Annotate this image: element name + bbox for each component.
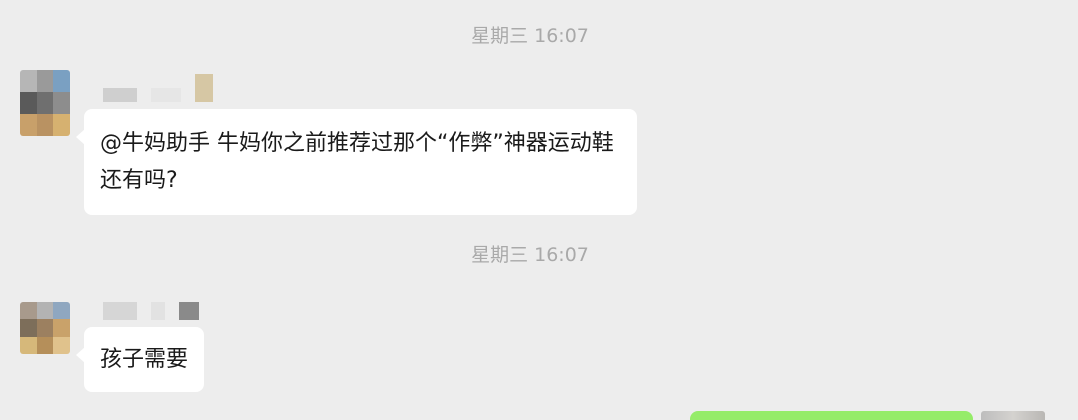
nickname-blur-block	[103, 88, 137, 102]
message-bubble[interactable]: @牛妈助手 牛妈你之前推荐过那个“作弊”神器运动鞋还有吗?	[76, 109, 637, 215]
avatar-pixel	[20, 336, 37, 354]
avatar-pixel	[36, 302, 54, 320]
avatar-pixel	[36, 319, 54, 337]
nickname-blur-block	[195, 74, 213, 102]
avatar-pixel	[36, 336, 54, 354]
avatar-pixel	[53, 302, 70, 320]
chat-window: 星期三 16:07 @牛妈助手 牛妈你之前推荐过那个“作弊”神器运动鞋还有吗? …	[0, 0, 1078, 420]
avatar-pixel	[36, 70, 54, 92]
avatar-pixel	[53, 92, 70, 114]
avatar-pixel	[36, 114, 54, 136]
avatar-pixel	[53, 319, 70, 337]
sender-nickname-blurred	[103, 74, 213, 102]
avatar-pixel	[53, 114, 70, 136]
nickname-blur-block	[151, 302, 165, 320]
avatar-pixel	[20, 302, 37, 320]
message-text: @牛妈助手 牛妈你之前推荐过那个“作弊”神器运动鞋还有吗?	[100, 131, 614, 193]
avatar-pixel	[20, 114, 37, 136]
message-text: 孩子需要	[100, 347, 189, 372]
sender-avatar[interactable]	[20, 302, 70, 354]
outgoing-message-bubble[interactable]	[690, 411, 973, 420]
avatar-pixel	[53, 70, 70, 92]
avatar-pixel	[36, 92, 54, 114]
avatar-pixel	[20, 319, 37, 337]
message-timestamp: 星期三 16:07	[471, 25, 589, 47]
avatar-pixel	[20, 92, 37, 114]
message-bubble[interactable]: 孩子需要	[75, 327, 205, 392]
avatar-pixel	[53, 336, 70, 354]
avatar-pixel	[20, 70, 37, 92]
sender-nickname-blurred	[103, 302, 199, 320]
self-avatar[interactable]	[981, 411, 1045, 420]
nickname-blur-block	[179, 302, 199, 320]
message-timestamp: 星期三 16:07	[471, 244, 589, 266]
sender-avatar[interactable]	[20, 70, 70, 136]
nickname-blur-block	[151, 88, 181, 102]
nickname-blur-block	[103, 302, 137, 320]
